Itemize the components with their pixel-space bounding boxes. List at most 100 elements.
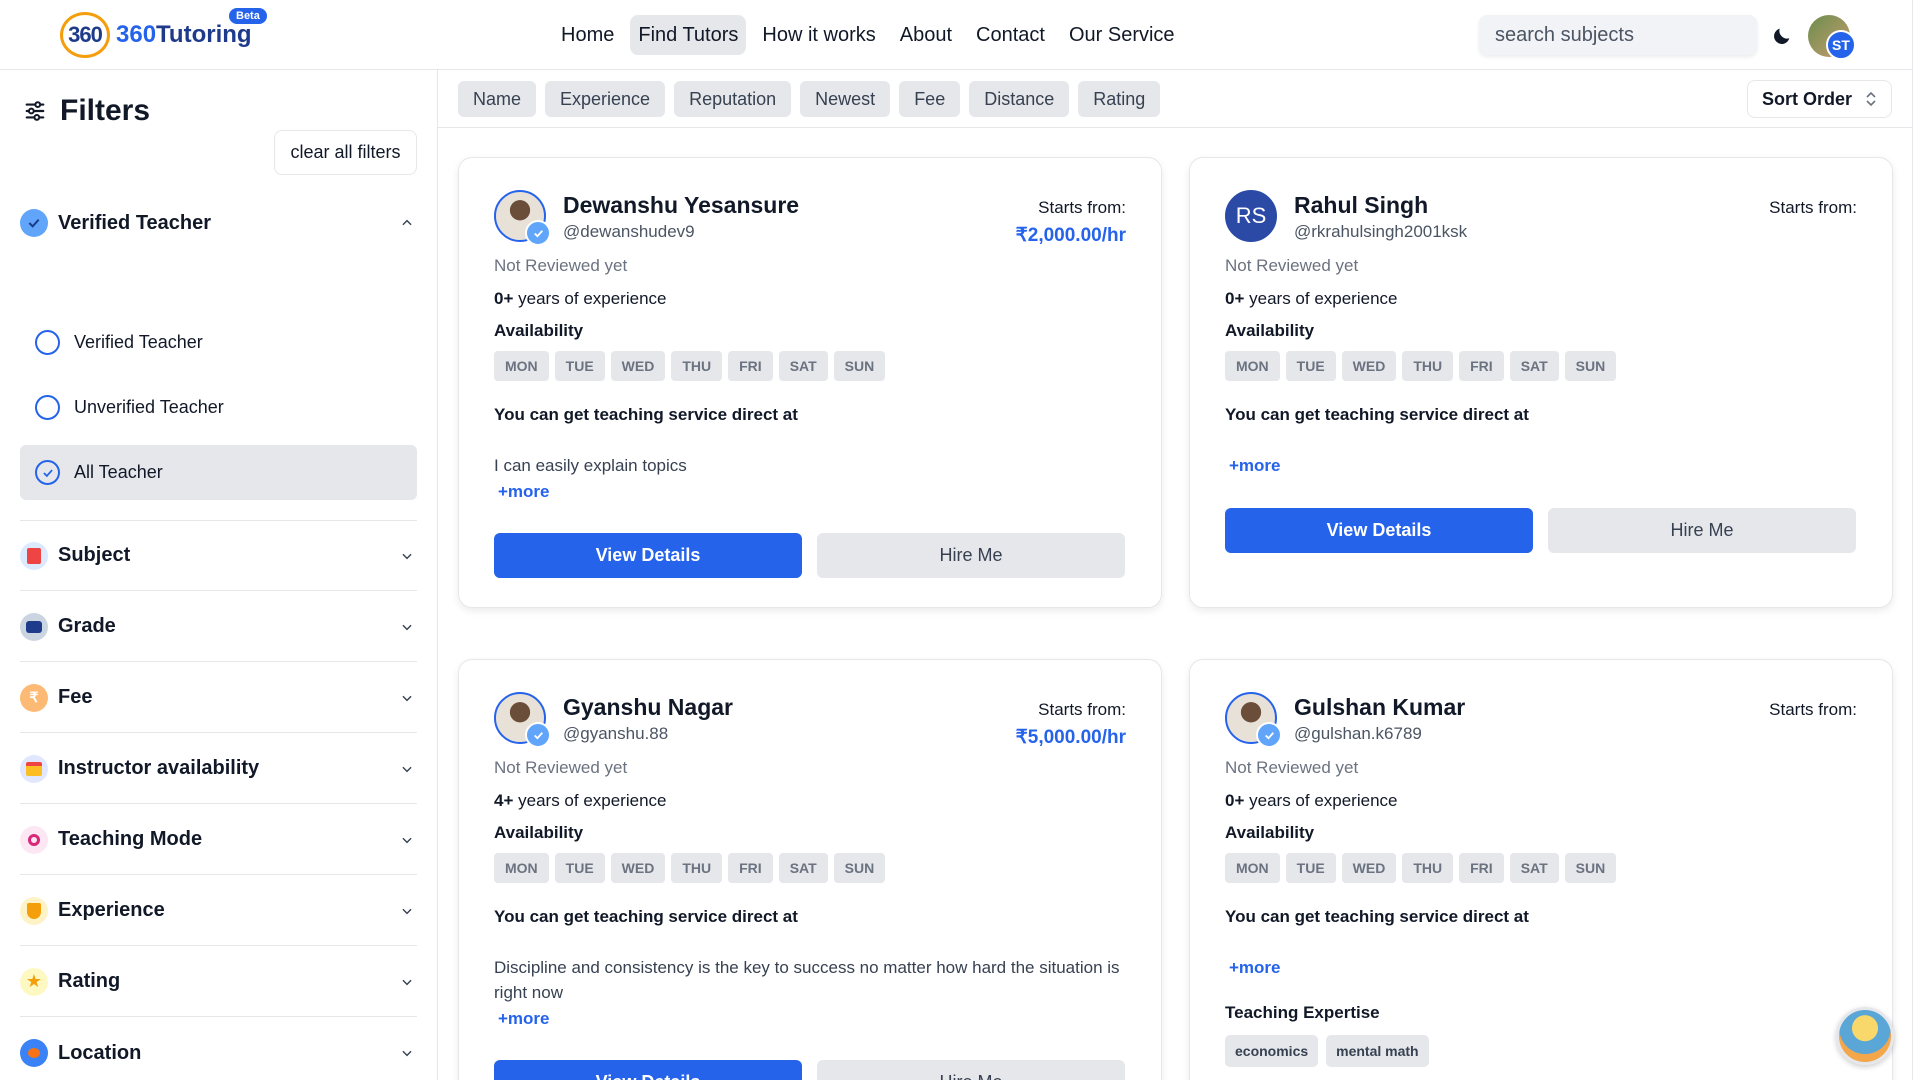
- starts-from-label: Starts from:: [1038, 700, 1126, 719]
- filter-section-grade[interactable]: Grade: [20, 592, 417, 662]
- chevron-up-icon[interactable]: [397, 213, 417, 233]
- day-chip: MON: [494, 351, 549, 381]
- chevron-down-icon[interactable]: [397, 972, 417, 992]
- sort-chip-name[interactable]: Name: [458, 81, 537, 117]
- tutor-avatar[interactable]: RS: [1225, 190, 1277, 242]
- filter-section-subject[interactable]: Subject: [20, 521, 417, 591]
- availability-label: Availability: [494, 823, 584, 842]
- direct-service-label: You can get teaching service direct at: [494, 405, 798, 424]
- search-input[interactable]: [1479, 15, 1757, 55]
- option-all-teacher[interactable]: All Teacher: [20, 445, 417, 500]
- chevron-down-icon[interactable]: [397, 759, 417, 779]
- day-chip: THU: [671, 853, 723, 883]
- day-chip: TUE: [1285, 351, 1336, 381]
- moon-icon: [1774, 28, 1790, 44]
- direct-service-label: You can get teaching service direct at: [1225, 405, 1529, 424]
- sort-chip-newest[interactable]: Newest: [800, 81, 891, 117]
- chevron-down-icon[interactable]: [397, 901, 417, 921]
- nav-home[interactable]: Home: [553, 15, 622, 55]
- chevron-down-icon[interactable]: [397, 688, 417, 708]
- option-unverified-teacher[interactable]: Unverified Teacher: [20, 380, 417, 435]
- chevron-down-icon[interactable]: [397, 617, 417, 637]
- radio-unchecked[interactable]: [35, 330, 60, 355]
- clear-filters-button[interactable]: clear all filters: [274, 130, 417, 175]
- nav-how-it-works[interactable]: How it works: [754, 15, 883, 55]
- option-verified-teacher[interactable]: Verified Teacher: [20, 315, 417, 370]
- radio-checked[interactable]: [35, 460, 60, 485]
- availability-days: MON TUE WED THU FRI SAT SUN: [1225, 351, 1617, 381]
- verified-badge-icon: [20, 209, 48, 237]
- sort-chip-fee[interactable]: Fee: [899, 81, 961, 117]
- filter-section-experience[interactable]: Experience: [20, 876, 417, 946]
- hire-me-button[interactable]: Hire Me: [817, 1060, 1125, 1080]
- day-chip: WED: [1341, 351, 1397, 381]
- calendar-icon: [20, 754, 48, 783]
- day-chip: SAT: [1509, 853, 1559, 883]
- day-chip: THU: [1402, 853, 1454, 883]
- filter-section-rating[interactable]: ★ Rating: [20, 947, 417, 1017]
- tutor-name[interactable]: Gyanshu Nagar: [563, 694, 733, 721]
- view-details-button[interactable]: View Details: [494, 533, 802, 578]
- sort-chips: Name Experience Reputation Newest Fee Di…: [458, 81, 1161, 117]
- direct-service-label: You can get teaching service direct at: [494, 907, 798, 926]
- availability-label: Availability: [1225, 321, 1315, 340]
- filter-section-verified[interactable]: Verified Teacher: [20, 188, 417, 258]
- review-status: Not Reviewed yet: [494, 256, 628, 275]
- check-icon: [42, 468, 53, 477]
- more-link[interactable]: +more: [1229, 456, 1281, 476]
- tutor-username: @rkrahulsingh2001ksk: [1294, 222, 1468, 241]
- filter-section-availability[interactable]: Instructor availability: [20, 734, 417, 804]
- chat-assistant-button[interactable]: [1836, 1007, 1894, 1065]
- section-label: Fee: [58, 686, 93, 708]
- theme-toggle-button[interactable]: [1763, 17, 1801, 55]
- day-chip: THU: [1402, 351, 1454, 381]
- review-status: Not Reviewed yet: [1225, 758, 1359, 777]
- view-details-button[interactable]: View Details: [494, 1060, 802, 1080]
- day-chip: MON: [494, 853, 549, 883]
- sort-chip-experience[interactable]: Experience: [545, 81, 666, 117]
- tutor-card: Gyanshu Nagar @gyanshu.88 Starts from: ₹…: [458, 659, 1162, 1080]
- sort-order-select[interactable]: Sort Order: [1747, 80, 1892, 118]
- more-link[interactable]: +more: [1229, 958, 1281, 978]
- review-status: Not Reviewed yet: [494, 758, 628, 777]
- section-label: Experience: [58, 899, 165, 921]
- radio-unchecked[interactable]: [35, 395, 60, 420]
- nav-about[interactable]: About: [892, 15, 960, 55]
- user-initials-badge[interactable]: ST: [1826, 30, 1856, 60]
- nav-our-service[interactable]: Our Service: [1061, 15, 1183, 55]
- filter-section-teaching-mode[interactable]: Teaching Mode: [20, 805, 417, 875]
- more-link[interactable]: +more: [498, 482, 550, 502]
- day-chip: WED: [610, 853, 666, 883]
- teaching-mode-icon: [20, 825, 48, 854]
- chevron-down-icon[interactable]: [397, 1043, 417, 1063]
- tutor-name[interactable]: Dewanshu Yesansure: [563, 192, 799, 219]
- filter-section-fee[interactable]: ₹ Fee: [20, 663, 417, 733]
- top-header: 360 360Tutoring Beta Home Find Tutors Ho…: [0, 0, 1920, 70]
- tutor-card: Dewanshu Yesansure @dewanshudev9 Starts …: [458, 157, 1162, 608]
- availability-label: Availability: [1225, 823, 1315, 842]
- day-chip: FRI: [1459, 853, 1504, 883]
- tutor-name[interactable]: Gulshan Kumar: [1294, 694, 1465, 721]
- day-chip: FRI: [1459, 351, 1504, 381]
- more-link[interactable]: +more: [498, 1009, 550, 1029]
- availability-days: MON TUE WED THU FRI SAT SUN: [1225, 853, 1617, 883]
- teaching-expertise-label: Teaching Expertise: [1225, 1003, 1380, 1022]
- day-chip: MON: [1225, 351, 1280, 381]
- nav-find-tutors[interactable]: Find Tutors: [630, 15, 747, 55]
- logo-mark: 360: [60, 12, 110, 58]
- chevron-down-icon[interactable]: [397, 830, 417, 850]
- filter-section-location[interactable]: Location: [20, 1018, 417, 1080]
- hire-me-button[interactable]: Hire Me: [817, 533, 1125, 578]
- site-logo[interactable]: 360 360Tutoring: [60, 12, 252, 58]
- scrollbar-track[interactable]: [1912, 0, 1920, 1080]
- chevron-down-icon[interactable]: [397, 546, 417, 566]
- hire-me-button[interactable]: Hire Me: [1548, 508, 1856, 553]
- sort-chip-rating[interactable]: Rating: [1078, 81, 1161, 117]
- direct-service-label: You can get teaching service direct at: [1225, 907, 1529, 926]
- tutor-name[interactable]: Rahul Singh: [1294, 192, 1428, 219]
- sort-chip-distance[interactable]: Distance: [969, 81, 1070, 117]
- nav-contact[interactable]: Contact: [968, 15, 1053, 55]
- sort-chip-reputation[interactable]: Reputation: [674, 81, 792, 117]
- tutor-price: ₹2,000.00/hr: [1015, 225, 1126, 246]
- view-details-button[interactable]: View Details: [1225, 508, 1533, 553]
